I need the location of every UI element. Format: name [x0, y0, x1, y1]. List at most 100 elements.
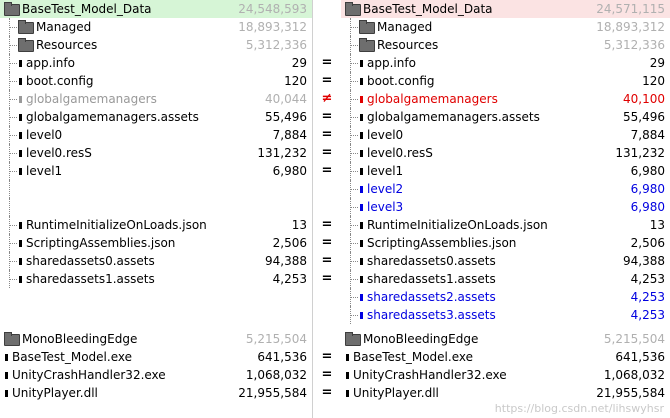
left-tree-item[interactable]: Managed 18,893,312	[0, 18, 312, 36]
left-tree-item[interactable]: ScriptingAssemblies.json 2,506	[0, 234, 312, 252]
left-bottom-item[interactable]: UnityCrashHandler32.exe 1,068,032	[0, 366, 312, 384]
equal-mark: =	[321, 367, 333, 382]
item-size: 40,100	[623, 92, 665, 106]
folder-icon	[18, 20, 34, 34]
folder-icon	[4, 332, 20, 346]
left-tree-item[interactable]: level1 6,980	[0, 162, 312, 180]
right-tree-item[interactable]: level3 6,980	[341, 198, 670, 216]
item-size: 6,980	[272, 164, 307, 178]
item-size: 4,253	[630, 308, 665, 322]
file-icon	[360, 186, 363, 193]
watermark: https://blog.csdn.net/lihswyhsr	[494, 402, 664, 415]
item-name: level2	[367, 182, 404, 196]
compare-mark: ≠	[313, 90, 341, 108]
equal-mark: =	[321, 55, 333, 70]
right-tree-item[interactable]: level0 7,884	[341, 126, 670, 144]
right-bottom-item[interactable]: BaseTest_Model.exe 641,536	[341, 348, 670, 366]
item-name: BaseTest_Model.exe	[12, 350, 132, 364]
right-tree-item[interactable]: ScriptingAssemblies.json 2,506	[341, 234, 670, 252]
left-tree-item[interactable]: boot.config 120	[0, 72, 312, 90]
compare-mark: =	[313, 72, 341, 90]
right-tree-item[interactable]: sharedassets1.assets 4,253	[341, 270, 670, 288]
right-tree-item[interactable]: level1 6,980	[341, 162, 670, 180]
right-tree-item[interactable]: app.info 29	[341, 54, 670, 72]
right-tree-item[interactable]: boot.config 120	[341, 72, 670, 90]
right-tree-item[interactable]: globalgamemanagers.assets 55,496	[341, 108, 670, 126]
compare-mark	[313, 306, 341, 324]
left-bottom-list: MonoBleedingEdge 5,215,504 BaseTest_Model.…	[0, 330, 312, 402]
item-size: 641,536	[615, 350, 665, 364]
compare-mark: =	[313, 144, 341, 162]
equal-mark: =	[321, 217, 333, 232]
item-size: 2,506	[272, 236, 307, 250]
file-icon	[19, 258, 22, 265]
file-icon	[360, 96, 363, 103]
right-tree-item[interactable]: level2 6,980	[341, 180, 670, 198]
right-bottom-list: MonoBleedingEdge 5,215,504 BaseTest_Model.…	[341, 330, 670, 402]
right-tree-item[interactable]: Resources 5,312,336	[341, 36, 670, 54]
left-tree-item[interactable]: level0.resS 131,232	[0, 144, 312, 162]
item-size: 94,388	[623, 254, 665, 268]
left-tree-item[interactable]: sharedassets0.assets 94,388	[0, 252, 312, 270]
item-name: sharedassets1.assets	[26, 272, 155, 286]
right-tree-item[interactable]: RuntimeInitializeOnLoads.json 13	[341, 216, 670, 234]
right-tree-item[interactable]: globalgamemanagers 40,100	[341, 90, 670, 108]
file-icon	[360, 204, 363, 211]
item-size: 6,980	[630, 164, 665, 178]
item-size: 131,232	[257, 146, 307, 160]
right-tree-item[interactable]: level0.resS 131,232	[341, 144, 670, 162]
item-name: level1	[26, 164, 63, 178]
left-pane[interactable]: BaseTest_Model_Data 24,548,593 Managed 18…	[0, 0, 312, 418]
file-icon	[19, 96, 22, 103]
right-tree-item[interactable]: sharedassets2.assets 4,253	[341, 288, 670, 306]
right-tree-item[interactable]: sharedassets0.assets 94,388	[341, 252, 670, 270]
item-size: 5,312,336	[603, 38, 665, 52]
item-size: 55,496	[623, 110, 665, 124]
right-pane[interactable]: BaseTest_Model_Data 24,571,115 Managed 18…	[341, 0, 670, 418]
compare-mark	[313, 198, 341, 216]
file-icon	[360, 312, 363, 319]
left-tree-item[interactable]: globalgamemanagers 40,044	[0, 90, 312, 108]
folder-icon	[18, 38, 34, 52]
compare-mark	[313, 0, 341, 18]
left-bottom-item[interactable]: MonoBleedingEdge 5,215,504	[0, 330, 312, 348]
item-name: app.info	[26, 56, 75, 70]
equal-mark: =	[321, 253, 333, 268]
compare-mark: =	[313, 126, 341, 144]
right-bottom-item[interactable]: UnityCrashHandler32.exe 1,068,032	[341, 366, 670, 384]
equal-mark: =	[321, 145, 333, 160]
item-name: boot.config	[26, 74, 94, 88]
left-bottom-item[interactable]: BaseTest_Model.exe 641,536	[0, 348, 312, 366]
item-size: 5,215,504	[245, 332, 307, 346]
item-name: globalgamemanagers	[26, 92, 157, 106]
right-tree-item[interactable]: Managed 18,893,312	[341, 18, 670, 36]
item-name: app.info	[367, 56, 416, 70]
item-size: 13	[291, 218, 307, 232]
item-name: Managed	[36, 20, 92, 34]
right-bottom-item[interactable]: MonoBleedingEdge 5,215,504	[341, 330, 670, 348]
left-tree-item[interactable]: sharedassets1.assets 4,253	[0, 270, 312, 288]
left-tree-item[interactable]: Resources 5,312,336	[0, 36, 312, 54]
item-size: 7,884	[272, 128, 307, 142]
compare-mark: =	[313, 270, 341, 288]
left-bottom-item[interactable]: UnityPlayer.dll 21,955,584	[0, 384, 312, 402]
left-tree-item[interactable]: globalgamemanagers.assets 55,496	[0, 108, 312, 126]
compare-mark	[313, 330, 341, 348]
right-tree-item[interactable]: sharedassets3.assets 4,253	[341, 306, 670, 324]
equal-mark	[313, 288, 341, 306]
right-bottom-item[interactable]: UnityPlayer.dll 21,955,584	[341, 384, 670, 402]
left-root-row[interactable]: BaseTest_Model_Data 24,548,593	[0, 0, 312, 18]
right-root-row[interactable]: BaseTest_Model_Data 24,571,115	[341, 0, 670, 18]
equal-mark: =	[321, 349, 333, 364]
folder-icon	[345, 332, 361, 346]
item-size: 18,893,312	[596, 20, 665, 34]
left-tree-item[interactable]: level0 7,884	[0, 126, 312, 144]
file-icon	[346, 390, 349, 397]
left-tree-item[interactable]: RuntimeInitializeOnLoads.json 13	[0, 216, 312, 234]
item-size: 5,312,336	[245, 38, 307, 52]
item-name: level0.resS	[26, 146, 92, 160]
file-icon	[346, 372, 349, 379]
left-tree-item[interactable]: app.info 29	[0, 54, 312, 72]
right-tree: Managed 18,893,312 Resources 5,312,336 app.i…	[341, 18, 670, 324]
compare-mark: =	[313, 384, 341, 402]
